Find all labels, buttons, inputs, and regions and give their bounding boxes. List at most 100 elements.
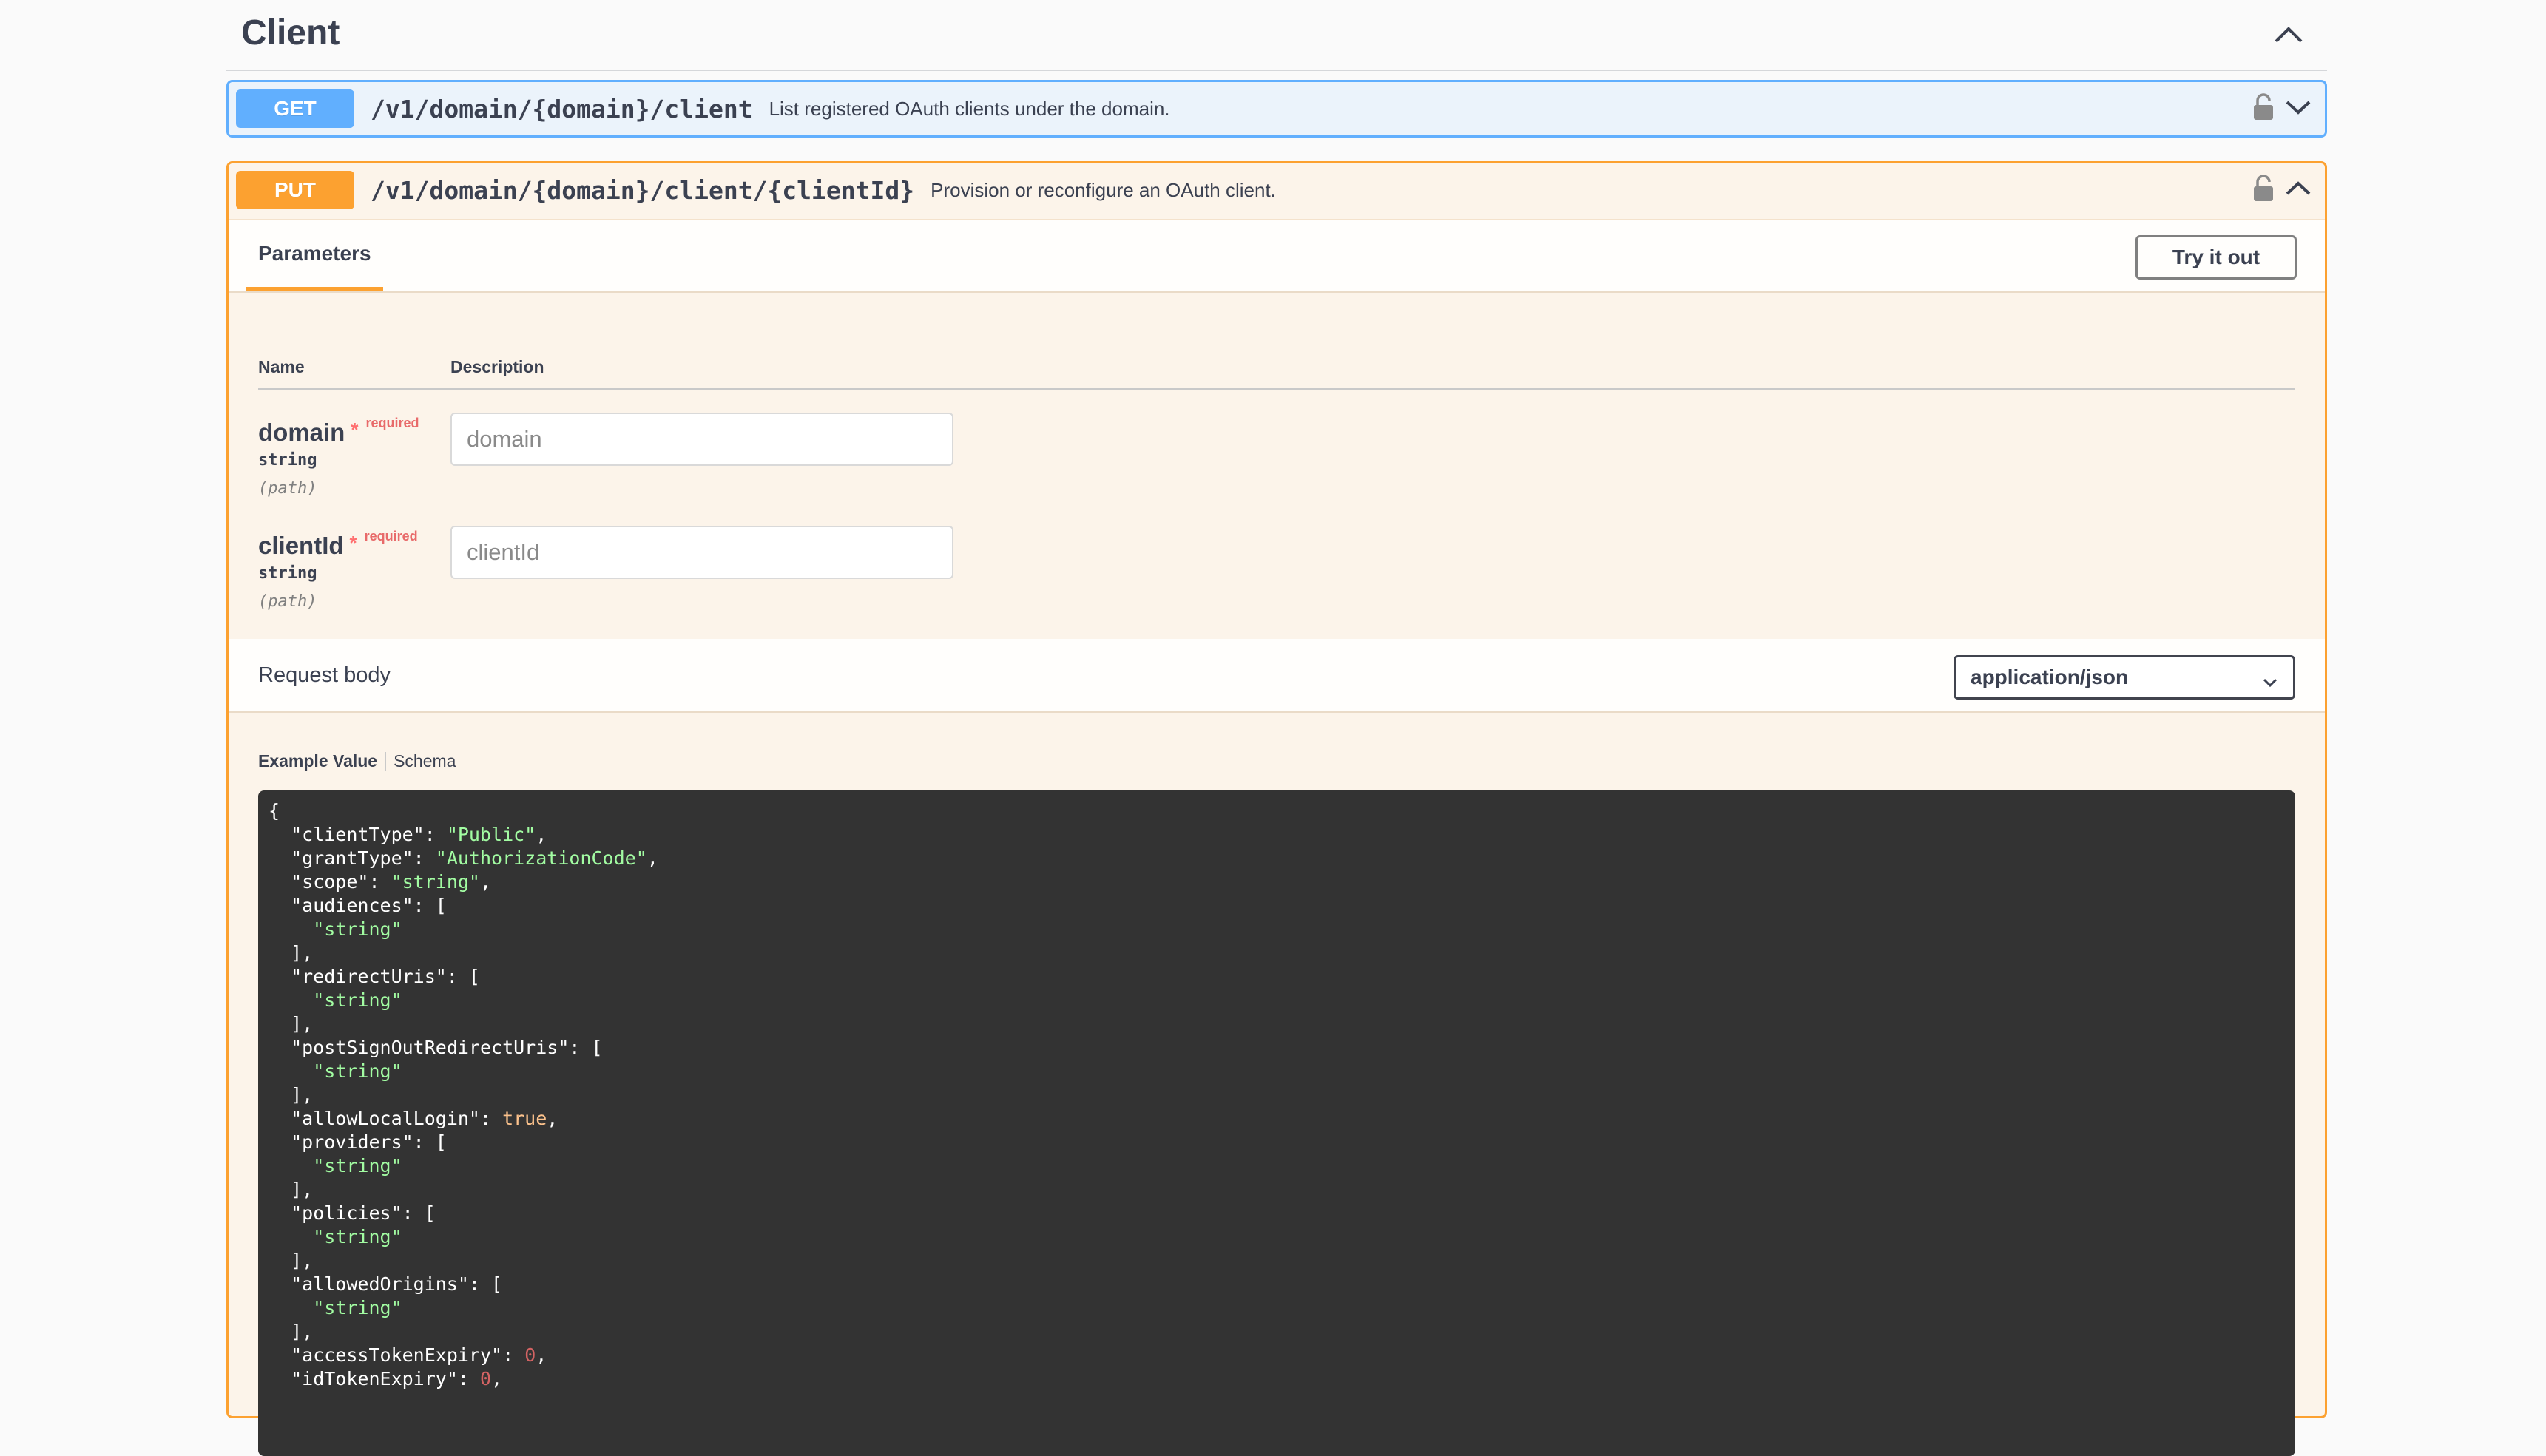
code-token: ], <box>269 1179 314 1200</box>
code-line: ], <box>269 1321 313 1342</box>
code-line: "string" <box>269 1060 402 1082</box>
operation-description: List registered OAuth clients under the … <box>769 97 1170 120</box>
section-header[interactable]: Client <box>226 0 2327 71</box>
code-token: ], <box>269 1321 314 1342</box>
code-token: "allowLocalLogin": <box>269 1108 503 1129</box>
code-line: "idTokenExpiry": 0, <box>269 1368 502 1389</box>
put-operation: PUT /v1/domain/{domain}/client/{clientId… <box>226 161 2327 1456</box>
parameter-name-text: clientId <box>258 532 344 559</box>
code-token: "string" <box>313 1155 402 1176</box>
parameter-name: domain * required <box>258 416 419 447</box>
code-token: , <box>547 1108 558 1129</box>
code-token: "string" <box>313 1297 402 1318</box>
code-token: 0 <box>524 1344 536 1366</box>
code-token: "allowedOrigins": [ <box>269 1273 503 1295</box>
code-token: "AuthorizationCode" <box>435 847 647 869</box>
code-token: ], <box>269 942 314 964</box>
code-token: "policies": [ <box>269 1202 436 1224</box>
code-line: ], <box>269 1084 313 1105</box>
code-token: true <box>502 1108 547 1129</box>
chevron-down-icon[interactable] <box>2285 99 2312 119</box>
code-line: "accessTokenExpiry": 0, <box>269 1344 547 1366</box>
code-token: , <box>646 847 658 869</box>
example-json: { "clientType": "Public", "grantType": "… <box>269 799 2285 1391</box>
summary-controls <box>2252 82 2312 135</box>
parameter-name-text: domain <box>258 419 345 446</box>
content-type-value: application/json <box>1971 666 2129 688</box>
code-line: "audiences": [ <box>269 895 447 916</box>
code-line: ], <box>269 1013 313 1035</box>
method-badge-get: GET <box>236 89 354 128</box>
code-line: "scope": "string", <box>269 871 491 893</box>
code-line: "grantType": "AuthorizationCode", <box>269 847 658 869</box>
chevron-up-icon[interactable] <box>2285 180 2312 200</box>
lock-icon[interactable] <box>2252 174 2275 206</box>
code-token: "idTokenExpiry": <box>269 1368 480 1389</box>
code-line: ], <box>269 1179 313 1200</box>
code-token: "string" <box>313 989 402 1011</box>
example-code-block[interactable]: { "clientType": "Public", "grantType": "… <box>258 790 2295 1456</box>
parameter-name: clientId * required <box>258 529 418 560</box>
tab-divider <box>385 751 387 771</box>
code-line: "string" <box>269 918 402 940</box>
code-token: "audiences": [ <box>269 895 447 916</box>
code-token: ], <box>269 1250 314 1271</box>
code-token: , <box>480 871 492 893</box>
code-token: { <box>269 800 280 822</box>
code-token: "string" <box>391 871 480 893</box>
code-token: "redirectUris": [ <box>269 966 480 987</box>
code-token: , <box>491 1368 503 1389</box>
code-line: "clientType": "Public", <box>269 824 547 845</box>
operation-path: /v1/domain/{domain}/client/{clientId} <box>371 175 915 205</box>
code-token: , <box>536 824 547 845</box>
tab-parameters[interactable]: Parameters <box>246 220 383 291</box>
code-token: "accessTokenExpiry": <box>269 1344 525 1366</box>
summary-controls <box>2252 163 2312 217</box>
tab-example-value[interactable]: Example Value <box>258 751 377 771</box>
parameter-row-clientid: clientId * required string (path) <box>258 526 998 635</box>
domain-input[interactable] <box>450 413 953 466</box>
code-token: "clientType": <box>269 824 447 845</box>
get-operation: GET /v1/domain/{domain}/client List regi… <box>226 80 2327 138</box>
required-label: required <box>365 416 419 430</box>
code-token: "grantType": <box>269 847 436 869</box>
code-line: "allowLocalLogin": true, <box>269 1108 558 1129</box>
chevron-down-icon <box>2262 669 2278 693</box>
parameters-header: Name Description <box>258 353 2295 390</box>
clientid-input[interactable] <box>450 526 953 579</box>
try-it-out-button[interactable]: Try it out <box>2135 235 2297 280</box>
parameter-in: (path) <box>258 592 317 611</box>
required-star: * <box>351 419 359 441</box>
code-line: "redirectUris": [ <box>269 966 480 987</box>
code-line: ], <box>269 1250 313 1271</box>
parameters-tabbar: Parameters Try it out <box>229 219 2325 293</box>
code-line: "string" <box>269 1226 402 1247</box>
code-line: "allowedOrigins": [ <box>269 1273 502 1295</box>
content-type-select[interactable]: application/json <box>1954 655 2295 700</box>
operations-container: Client GET /v1/domain/{domain}/client Li… <box>226 0 2327 1456</box>
code-token: , <box>536 1344 547 1366</box>
lock-icon[interactable] <box>2252 92 2275 125</box>
get-operation-summary[interactable]: GET /v1/domain/{domain}/client List regi… <box>229 82 2325 135</box>
code-token: ], <box>269 1084 314 1105</box>
code-token: "providers": [ <box>269 1131 447 1153</box>
operation-path: /v1/domain/{domain}/client <box>371 94 753 123</box>
put-operation-summary[interactable]: PUT /v1/domain/{domain}/client/{clientId… <box>229 163 2325 217</box>
code-line: { <box>269 800 280 822</box>
request-body-bar: Request body application/json <box>229 639 2325 713</box>
code-token: ], <box>269 1013 314 1035</box>
code-token: 0 <box>479 1368 492 1389</box>
code-line: "policies": [ <box>269 1202 436 1224</box>
tab-schema[interactable]: Schema <box>394 751 456 771</box>
operation-description: Provision or reconfigure an OAuth client… <box>931 178 1276 201</box>
parameter-row-domain: domain * required string (path) <box>258 413 998 522</box>
code-token: "string" <box>313 1226 402 1247</box>
code-token: "postSignOutRedirectUris": [ <box>269 1037 603 1058</box>
chevron-up-icon[interactable] <box>2265 11 2312 58</box>
